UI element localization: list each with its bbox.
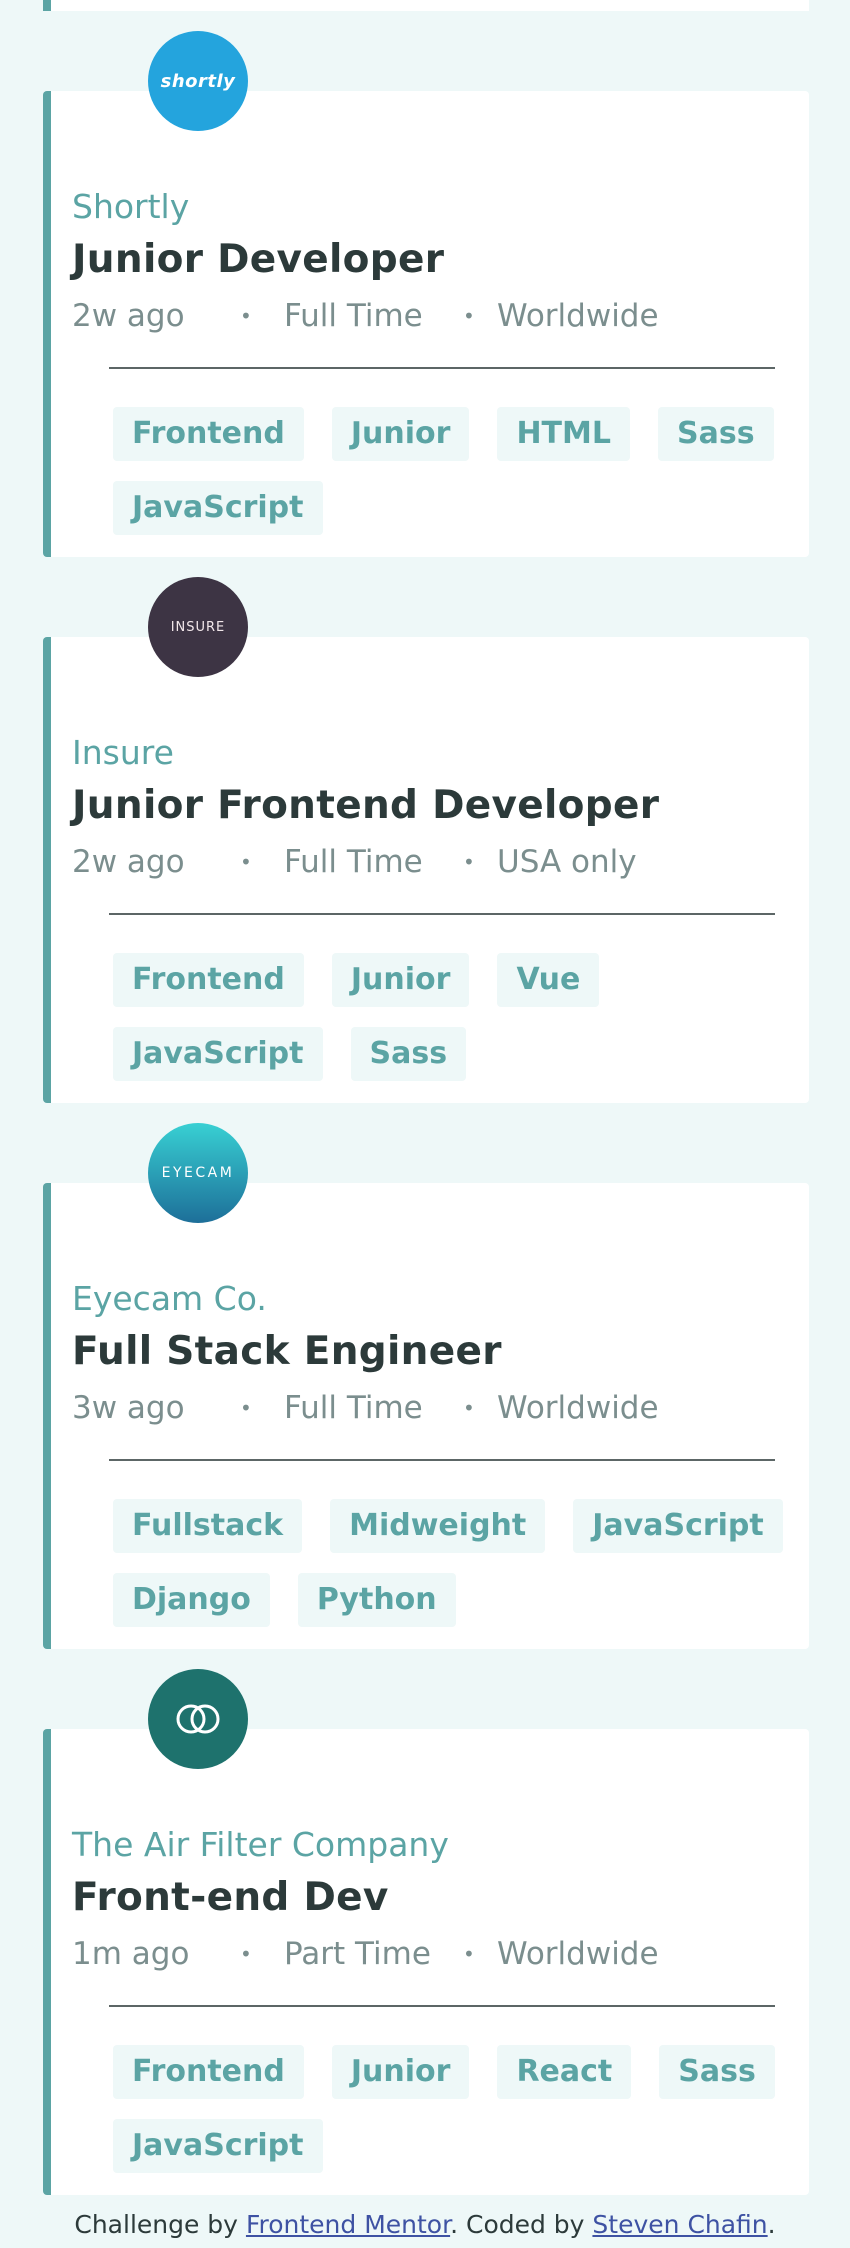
filter-tag[interactable]: Sass [350,1027,467,1081]
filter-tag[interactable]: Fullstack [113,1499,303,1553]
filter-tag[interactable]: Frontend [113,953,304,1007]
separator-dot: • [240,1396,252,1420]
filter-tag[interactable]: Midweight [330,1499,546,1553]
divider [109,2005,775,2007]
company-name[interactable]: The Air Filter Company [72,1825,449,1864]
job-card-insure[interactable]: INSURE Insure Junior Frontend Developer … [43,577,809,1103]
filter-tag[interactable]: Junior [331,953,470,1007]
filter-tag[interactable]: JavaScript [113,481,323,535]
frontend-mentor-link[interactable]: Frontend Mentor [246,2210,450,2239]
posted-at: 2w ago [72,298,185,334]
interlocking-rings-icon [176,1704,220,1734]
filter-tag[interactable]: Sass [657,407,774,461]
company-logo-text: EYECAM [161,1165,235,1181]
tag-list: Frontend Junior HTML Sass JavaScript [113,407,793,535]
filter-tag[interactable]: Junior [331,407,470,461]
contract-type: Part Time [284,1936,431,1972]
filter-tag[interactable]: HTML [497,407,630,461]
job-card-air-filter[interactable]: The Air Filter Company Front-end Dev 1m … [43,1669,809,2195]
divider [109,367,775,369]
separator-dot: • [240,304,252,328]
job-location: Worldwide [497,1936,659,1972]
footer-middle: . Coded by [450,2210,585,2239]
contract-type: Full Time [284,1390,423,1426]
separator-dot: • [463,304,475,328]
company-name[interactable]: Insure [72,733,174,772]
attribution-footer: Challenge by Frontend Mentor. Coded by S… [0,2210,850,2239]
separator-dot: • [240,1942,252,1966]
footer-prefix: Challenge by [74,2210,238,2239]
job-location: Worldwide [497,298,659,334]
separator-dot: • [463,850,475,874]
job-card-eyecam[interactable]: EYECAM Eyecam Co. Full Stack Engineer 3w… [43,1123,809,1649]
job-location: USA only [497,844,637,880]
job-title[interactable]: Front-end Dev [72,1875,389,1920]
filter-tag[interactable]: Sass [659,2045,775,2099]
job-title[interactable]: Junior Developer [72,237,444,282]
contract-type: Full Time [284,844,423,880]
previous-job-card-edge [43,0,809,11]
company-name[interactable]: Shortly [72,187,189,226]
filter-tag[interactable]: JavaScript [113,2119,323,2173]
separator-dot: • [240,850,252,874]
company-logo: INSURE [148,577,248,677]
contract-type: Full Time [284,298,423,334]
tag-list: Frontend Junior React Sass JavaScript [113,2045,793,2173]
company-logo-text: shortly [160,70,236,92]
footer-suffix: . [767,2210,776,2239]
company-logo [148,1669,248,1769]
job-location: Worldwide [497,1390,659,1426]
filter-tag[interactable]: Django [113,1573,270,1627]
job-title[interactable]: Full Stack Engineer [72,1329,502,1374]
separator-dot: • [463,1942,475,1966]
tag-list: Fullstack Midweight JavaScript Django Py… [113,1499,793,1627]
company-logo-text: INSURE [170,619,226,635]
divider [109,913,775,915]
company-logo: EYECAM [148,1123,248,1223]
job-title[interactable]: Junior Frontend Developer [72,783,659,828]
tag-list: Frontend Junior Vue JavaScript Sass [113,953,793,1081]
author-link[interactable]: Steven Chafin [592,2210,767,2239]
separator-dot: • [463,1396,475,1420]
filter-tag[interactable]: Python [297,1573,456,1627]
filter-tag[interactable]: Frontend [113,2045,304,2099]
filter-tag[interactable]: React [497,2045,632,2099]
job-card-shortly[interactable]: shortly Shortly Junior Developer 2w ago … [43,31,809,557]
filter-tag[interactable]: JavaScript [573,1499,783,1553]
posted-at: 1m ago [72,1936,190,1972]
filter-tag[interactable]: Junior [331,2045,470,2099]
company-name[interactable]: Eyecam Co. [72,1279,267,1318]
filter-tag[interactable]: Vue [497,953,600,1007]
filter-tag[interactable]: JavaScript [113,1027,323,1081]
posted-at: 3w ago [72,1390,185,1426]
filter-tag[interactable]: Frontend [113,407,304,461]
company-logo: shortly [148,31,248,131]
divider [109,1459,775,1461]
posted-at: 2w ago [72,844,185,880]
